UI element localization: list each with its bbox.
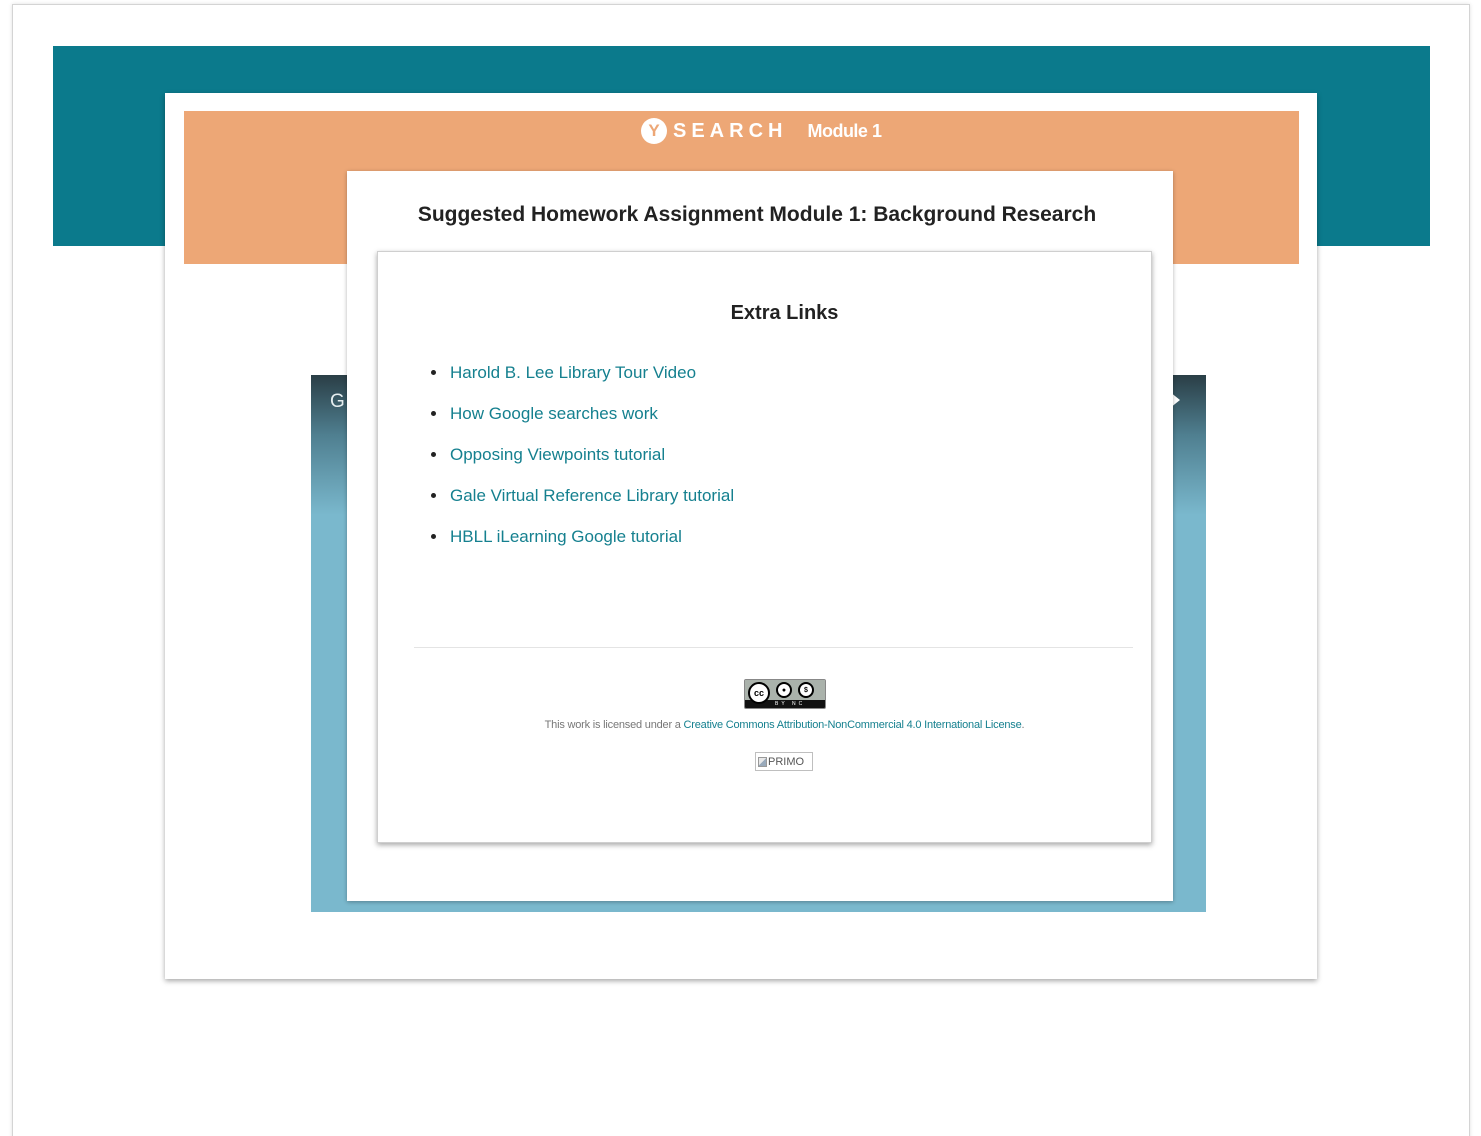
link-hbll-ilearning-google[interactable]: HBLL iLearning Google tutorial bbox=[450, 527, 682, 547]
extra-links-list: Harold B. Lee Library Tour Video How Goo… bbox=[431, 352, 734, 557]
license-suffix: . bbox=[1021, 719, 1025, 731]
y-logo-icon: Y bbox=[641, 118, 667, 144]
creative-commons-badge-icon[interactable]: cc ● $ BY NC bbox=[744, 679, 826, 709]
list-item: Opposing Viewpoints tutorial bbox=[431, 434, 734, 475]
bullet-icon bbox=[431, 534, 436, 539]
broken-image-icon bbox=[758, 756, 767, 767]
bullet-icon bbox=[431, 411, 436, 416]
link-library-tour-video[interactable]: Harold B. Lee Library Tour Video bbox=[450, 363, 696, 383]
link-google-searches[interactable]: How Google searches work bbox=[450, 404, 658, 424]
bullet-icon bbox=[431, 370, 436, 375]
cc-badge-top: cc ● $ bbox=[745, 680, 825, 704]
list-item: Harold B. Lee Library Tour Video bbox=[431, 352, 734, 393]
cc-icon: cc bbox=[748, 682, 770, 704]
license-text: This work is licensed under a Creative C… bbox=[377, 719, 1192, 731]
attribution-person-icon: ● bbox=[776, 682, 792, 698]
cc-by-label: BY bbox=[775, 701, 788, 707]
brand-wordmark: SEARCH bbox=[673, 119, 788, 142]
link-gale-virtual-reference[interactable]: Gale Virtual Reference Library tutorial bbox=[450, 486, 734, 506]
module-label: Module 1 bbox=[807, 120, 882, 141]
license-link[interactable]: Creative Commons Attribution-NonCommerci… bbox=[684, 719, 1022, 731]
extra-links-heading: Extra Links bbox=[730, 302, 839, 324]
bullet-icon bbox=[431, 452, 436, 457]
cc-nc-label: NC bbox=[791, 701, 806, 707]
divider bbox=[414, 647, 1133, 648]
screenshot-stage: Y SEARCH Module 1 G Suggested Homework A… bbox=[0, 0, 1481, 1136]
primo-alt-text: PRIMO bbox=[768, 755, 805, 768]
homework-title: Suggested Homework Assignment Module 1: … bbox=[417, 203, 1097, 226]
link-opposing-viewpoints[interactable]: Opposing Viewpoints tutorial bbox=[450, 445, 665, 465]
list-item: HBLL iLearning Google tutorial bbox=[431, 516, 734, 557]
primo-image[interactable]: PRIMO bbox=[755, 752, 813, 771]
license-prefix: This work is licensed under a bbox=[544, 719, 684, 731]
list-item: How Google searches work bbox=[431, 393, 734, 434]
cc-badge-labels: BY NC bbox=[775, 701, 805, 707]
bullet-icon bbox=[431, 493, 436, 498]
list-item: Gale Virtual Reference Library tutorial bbox=[431, 475, 734, 516]
brand-bar: Y SEARCH Module 1 bbox=[641, 116, 882, 146]
noncommercial-dollar-icon: $ bbox=[798, 682, 814, 698]
background-panel-text: G bbox=[330, 391, 345, 412]
